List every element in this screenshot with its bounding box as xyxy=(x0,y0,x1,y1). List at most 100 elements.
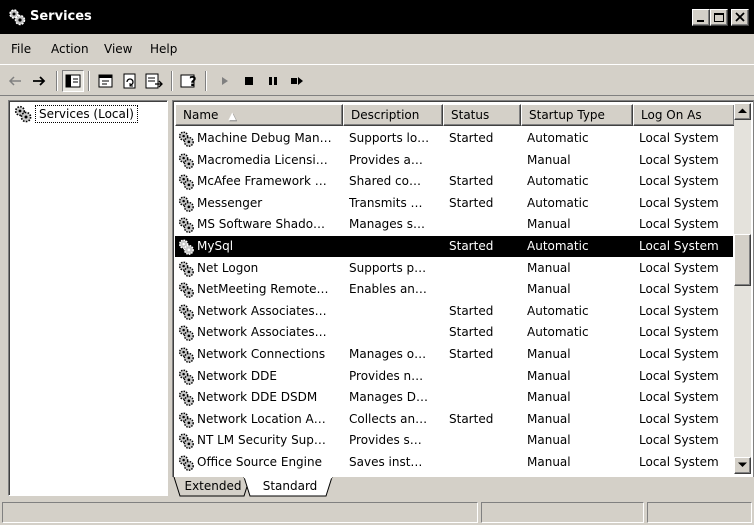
menu-bar: File Action View Help xyxy=(0,36,754,62)
scroll-up-button[interactable] xyxy=(734,103,751,120)
start-service-button[interactable] xyxy=(214,70,236,92)
service-row[interactable]: Net Logon Supports p… Manual Local System xyxy=(175,258,733,279)
help-icon: ? xyxy=(180,74,197,90)
menu-file[interactable]: File xyxy=(11,41,31,57)
show-hide-tree-button[interactable] xyxy=(62,70,84,92)
stop-service-button[interactable] xyxy=(238,70,260,92)
start-service-icon xyxy=(222,77,228,85)
service-gear-icon xyxy=(178,390,194,407)
properties-button[interactable] xyxy=(95,70,117,92)
service-row[interactable]: Network DDE DSDM Manages D… Manual Local Sy… xyxy=(175,387,733,408)
service-row[interactable]: Network DDE Provides n… Manual Local System xyxy=(175,366,733,387)
stop-service-icon xyxy=(245,77,253,85)
forward-button[interactable] xyxy=(28,70,50,92)
service-row[interactable]: Network Connections Manages o… Started Manu… xyxy=(175,344,733,365)
status-panel-secondary xyxy=(481,502,644,523)
cell-name: Network Associates… xyxy=(197,303,327,318)
cell-name: Network Location A… xyxy=(197,411,326,426)
service-row[interactable]: Network Associates… Started Automatic Local… xyxy=(175,322,733,343)
tab-extended[interactable]: Extended xyxy=(180,477,246,497)
service-row[interactable]: McAfee Framework … Shared co… Started Autom… xyxy=(175,171,733,192)
cell-name: McAfee Framework … xyxy=(197,174,327,189)
cell-log-on-as: Local System xyxy=(639,347,719,361)
service-gear-icon xyxy=(178,217,194,234)
restart-service-icon xyxy=(291,77,303,85)
cell-description: Provides s… xyxy=(349,433,422,448)
cell-log-on-as: Local System xyxy=(639,131,719,145)
service-row[interactable]: NT LM Security Sup… Provides s… Manual Loca… xyxy=(175,430,733,451)
cell-startup-type: Automatic xyxy=(527,174,589,189)
help-button[interactable]: ? xyxy=(178,70,200,92)
service-row[interactable]: MS Software Shado… Manages s… Manual Local … xyxy=(175,214,733,235)
title-bar[interactable]: Services xyxy=(0,0,754,34)
cell-name: Messenger xyxy=(197,195,263,210)
cell-description: Supports lo… xyxy=(349,131,430,145)
restart-service-button[interactable] xyxy=(286,70,308,92)
service-row[interactable]: NetMeeting Remote… Enables an… Manual Local… xyxy=(175,279,733,300)
cell-startup-type: Automatic xyxy=(527,239,589,253)
tab-standard[interactable]: Standard xyxy=(252,477,328,497)
column-header-startup-type[interactable]: Startup Type xyxy=(521,104,633,126)
cell-description: Manages D… xyxy=(349,390,428,405)
service-gear-icon xyxy=(178,455,194,471)
status-bar xyxy=(0,500,754,525)
cell-name: NetMeeting Remote… xyxy=(197,282,329,297)
column-header-status[interactable]: Status xyxy=(443,104,521,126)
toolbar-separator xyxy=(88,71,90,91)
cell-log-on-as: Local System xyxy=(639,260,719,275)
cell-name: Network Connections xyxy=(197,347,326,361)
column-header-description[interactable]: Description xyxy=(343,104,443,126)
column-header-name[interactable]: Name ▲ xyxy=(175,104,343,126)
forward-icon xyxy=(33,76,46,86)
pause-service-icon xyxy=(269,77,277,85)
service-row[interactable]: Network Associates… Started Automatic Local… xyxy=(175,301,733,322)
toolbar: ? xyxy=(0,64,754,96)
refresh-button[interactable] xyxy=(119,70,141,92)
service-gear-icon xyxy=(178,412,194,428)
cell-log-on-as: Local System xyxy=(639,282,719,297)
cell-log-on-as: Local System xyxy=(639,455,719,469)
cell-name: Network DDE DSDM xyxy=(197,390,318,405)
arrow-up-icon xyxy=(738,108,747,113)
pause-service-button[interactable] xyxy=(262,70,284,92)
service-row[interactable]: MySql Started Automatic Local System xyxy=(175,236,733,257)
back-button[interactable] xyxy=(4,70,26,92)
cell-log-on-as: Local System xyxy=(639,303,719,318)
vertical-scrollbar[interactable] xyxy=(734,103,751,474)
toolbar-separator xyxy=(56,71,58,91)
menu-action[interactable]: Action xyxy=(51,41,89,57)
service-gear-icon xyxy=(178,131,194,147)
back-icon xyxy=(8,76,21,86)
scroll-down-button[interactable] xyxy=(734,457,751,474)
service-row[interactable]: Network Location A… Collects an… Started Ma… xyxy=(175,409,733,430)
cell-description: Provides a… xyxy=(349,152,423,167)
cell-description: Manages s… xyxy=(349,217,425,232)
status-panel-tertiary xyxy=(647,502,752,523)
menu-help[interactable]: Help xyxy=(150,41,177,57)
cell-description: Transmits … xyxy=(349,195,423,210)
view-tabs: Extended Standard xyxy=(172,477,754,497)
service-row[interactable]: Macromedia Licensi… Provides a… Manual Loca… xyxy=(175,150,733,171)
scroll-thumb[interactable] xyxy=(734,234,751,286)
service-gear-icon xyxy=(178,433,194,450)
maximize-button[interactable] xyxy=(710,9,728,26)
cell-log-on-as: Local System xyxy=(639,152,719,167)
column-header-log-on-as[interactable]: Log On As xyxy=(633,104,735,126)
cell-name: MySql xyxy=(197,239,234,253)
refresh-icon xyxy=(123,73,136,89)
service-row[interactable]: Office Source Engine Saves inst… Manual Loc… xyxy=(175,452,733,473)
service-gear-icon xyxy=(178,325,194,342)
cell-startup-type: Manual xyxy=(527,347,571,361)
service-row[interactable]: Machine Debug Man… Supports lo… Started Aut… xyxy=(175,128,733,149)
properties-icon xyxy=(98,74,113,88)
services-window: Services File Action View Help ? Service… xyxy=(0,0,754,525)
cell-description: Manages o… xyxy=(349,347,427,361)
console-tree: Services (Local) xyxy=(8,100,168,496)
column-header-label: Name xyxy=(183,108,219,122)
arrow-down-icon xyxy=(738,462,747,467)
export-list-button[interactable] xyxy=(143,70,165,92)
service-row[interactable]: Messenger Transmits … Started Automatic Loca… xyxy=(175,193,733,214)
minimize-button[interactable] xyxy=(692,9,710,26)
close-button[interactable] xyxy=(731,9,749,26)
menu-view[interactable]: View xyxy=(104,41,132,57)
